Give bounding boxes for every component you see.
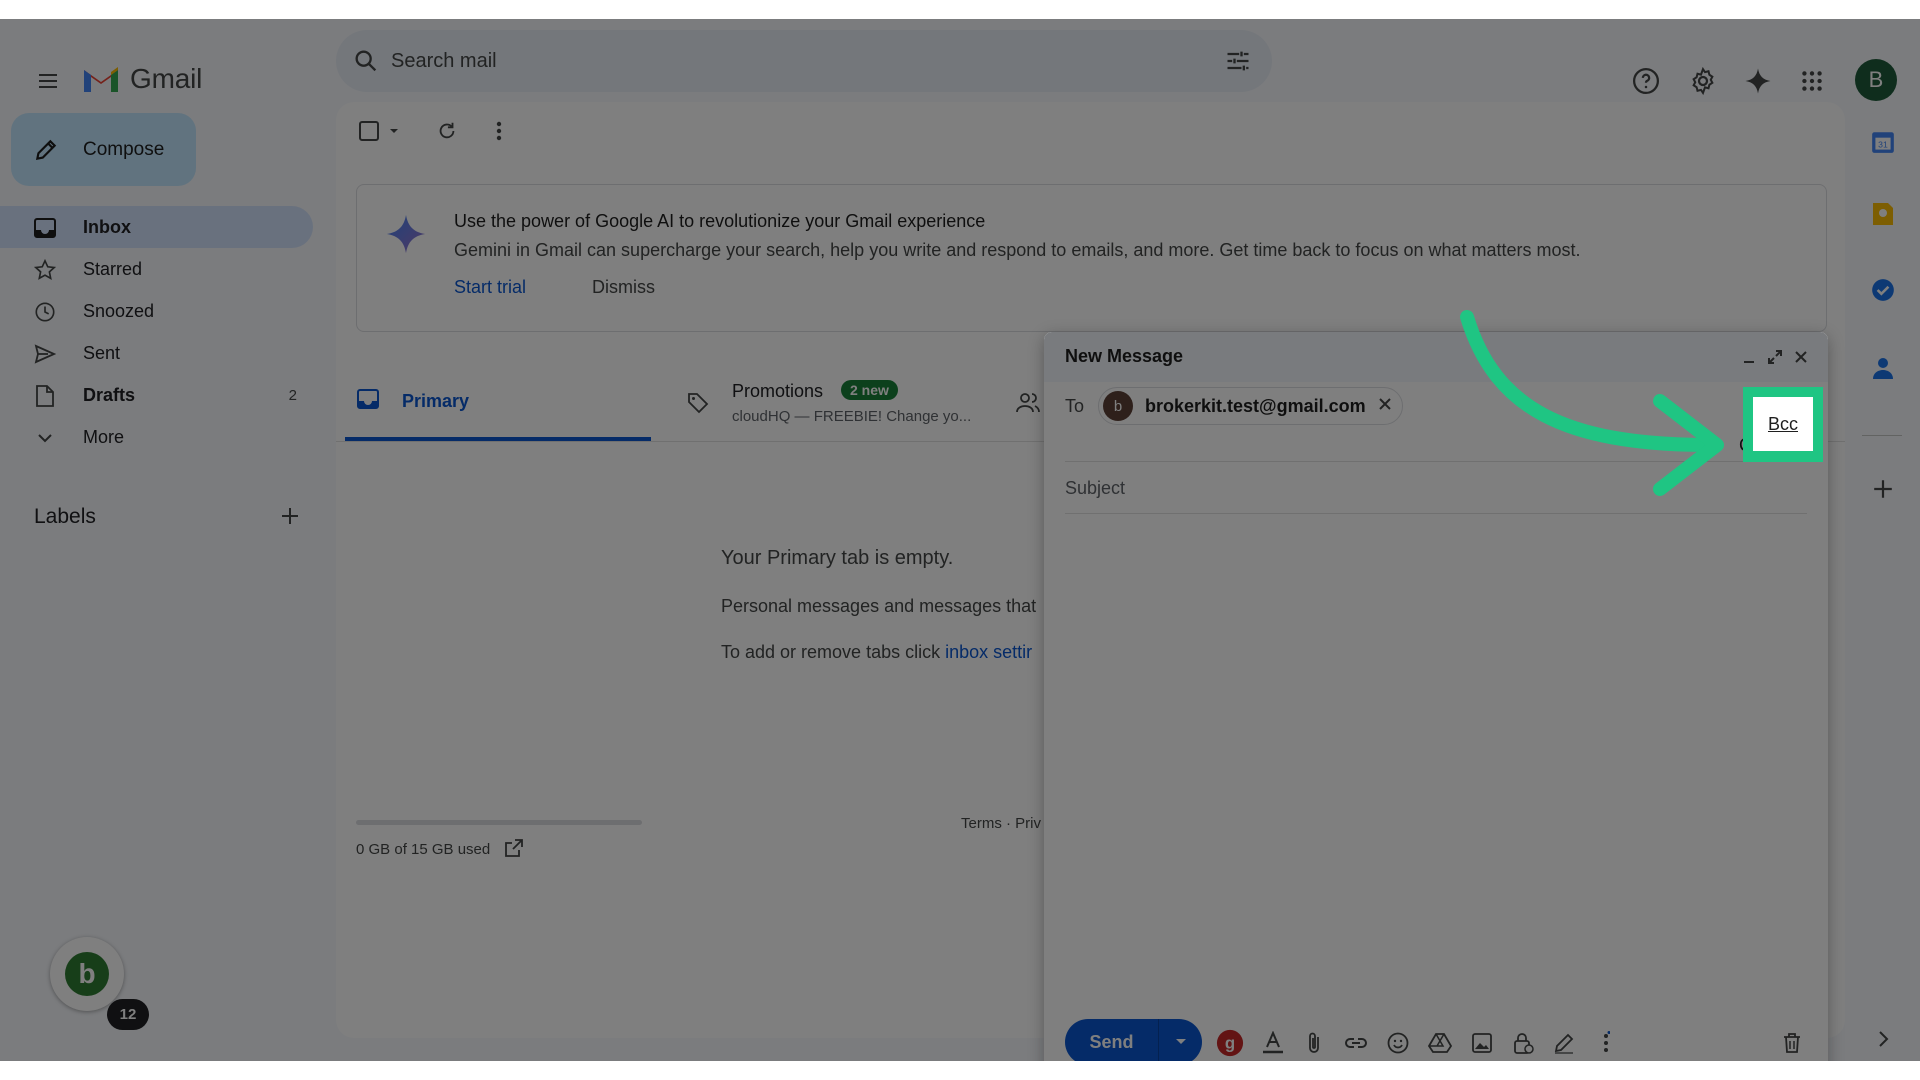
- bcc-button[interactable]: Bcc: [1753, 397, 1813, 451]
- bcc-label: Bcc: [1767, 413, 1798, 434]
- gmail-window: Gmail Search mail B Compose Inbox Starre…: [0, 19, 1920, 1061]
- tutorial-arrow-icon: [1460, 310, 1724, 496]
